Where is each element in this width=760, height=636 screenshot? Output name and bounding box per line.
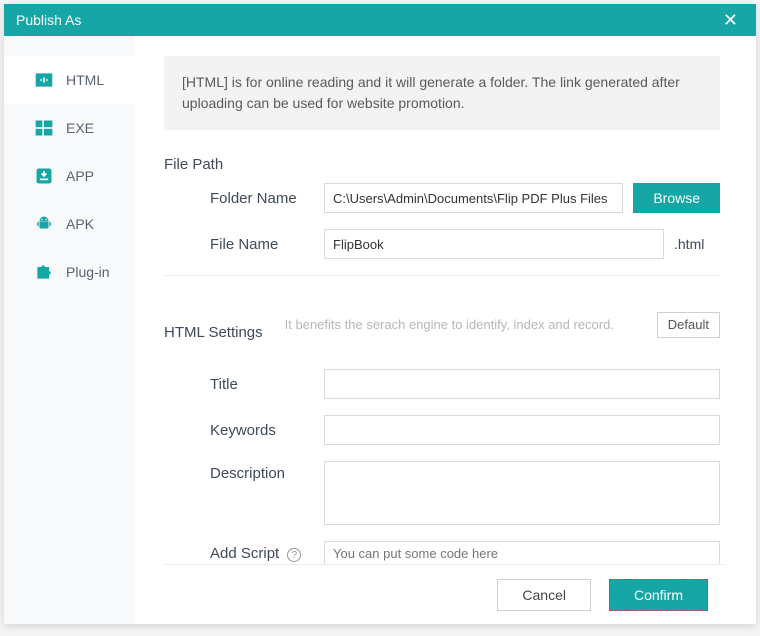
- default-button[interactable]: Default: [657, 312, 720, 338]
- puzzle-icon: [34, 262, 54, 282]
- description-row: Description: [164, 461, 720, 525]
- cancel-button[interactable]: Cancel: [497, 579, 591, 611]
- script-row: Add Script ?: [164, 541, 720, 564]
- sidebar: HTML EXE APP APK: [4, 36, 134, 624]
- help-icon[interactable]: ?: [287, 548, 301, 562]
- filename-row: File Name .html: [164, 229, 720, 259]
- title-label: Title: [164, 376, 324, 393]
- folder-input[interactable]: [324, 183, 623, 213]
- filename-suffix: .html: [674, 236, 720, 252]
- sidebar-item-exe[interactable]: EXE: [4, 104, 134, 152]
- title-row: Title: [164, 369, 720, 399]
- footer: Cancel Confirm: [164, 564, 726, 624]
- sidebar-item-label: APK: [66, 216, 94, 232]
- folder-label: Folder Name: [164, 190, 324, 207]
- filename-input[interactable]: [324, 229, 664, 259]
- sidebar-item-label: HTML: [66, 72, 104, 88]
- description-label: Description: [164, 461, 324, 482]
- content-pane: [HTML] is for online reading and it will…: [134, 36, 756, 624]
- html-icon: [34, 70, 54, 90]
- sidebar-item-app[interactable]: APP: [4, 152, 134, 200]
- folder-row: Folder Name Browse: [164, 183, 720, 213]
- app-icon: [34, 166, 54, 186]
- window-title: Publish As: [16, 12, 81, 28]
- filename-label: File Name: [164, 236, 324, 253]
- confirm-button[interactable]: Confirm: [609, 579, 708, 611]
- settings-hint: It benefits the serach engine to identif…: [285, 317, 614, 332]
- script-label: Add Script ?: [164, 541, 324, 562]
- sidebar-item-label: APP: [66, 168, 94, 184]
- settings-section-label: HTML Settings: [164, 324, 263, 341]
- keywords-label: Keywords: [164, 422, 324, 439]
- keywords-input[interactable]: [324, 415, 720, 445]
- android-icon: [34, 214, 54, 234]
- sidebar-item-apk[interactable]: APK: [4, 200, 134, 248]
- sidebar-item-label: EXE: [66, 120, 94, 136]
- browse-button[interactable]: Browse: [633, 183, 720, 213]
- filepath-section-label: File Path: [164, 156, 720, 173]
- keywords-row: Keywords: [164, 415, 720, 445]
- titlebar: Publish As ✕: [4, 4, 756, 36]
- divider: [164, 275, 720, 276]
- sidebar-item-label: Plug-in: [66, 264, 110, 280]
- script-input[interactable]: [324, 541, 720, 564]
- description-input[interactable]: [324, 461, 720, 525]
- publish-dialog: Publish As ✕ HTML EXE APP: [4, 4, 756, 624]
- sidebar-item-plugin[interactable]: Plug-in: [4, 248, 134, 296]
- script-label-text: Add Script: [210, 545, 279, 562]
- title-input[interactable]: [324, 369, 720, 399]
- info-text: [HTML] is for online reading and it will…: [164, 56, 720, 130]
- close-icon[interactable]: ✕: [717, 10, 744, 31]
- sidebar-item-html[interactable]: HTML: [4, 56, 134, 104]
- windows-icon: [34, 118, 54, 138]
